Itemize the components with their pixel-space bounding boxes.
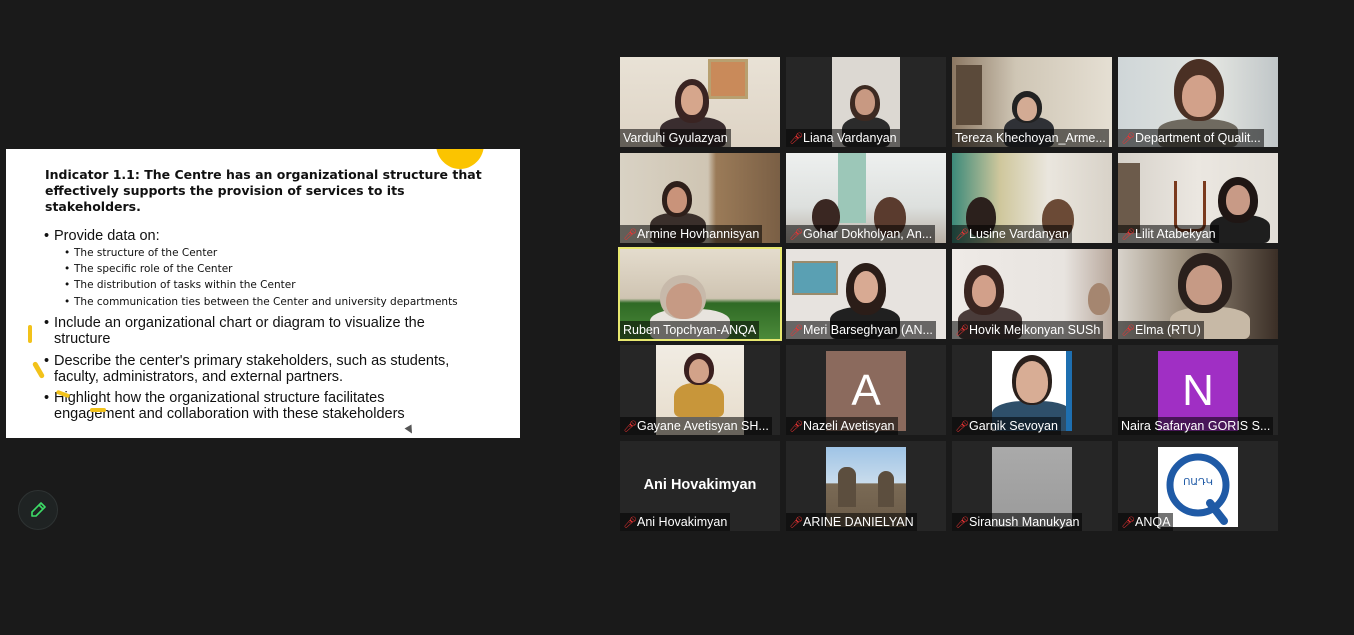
muted-mic-icon: 🎤︎ [789,133,803,145]
participant-tile[interactable]: N Naira Safaryan GORIS S... [1118,345,1278,435]
muted-mic-icon: 🎤︎ [789,325,803,337]
person-body [674,383,724,417]
participant-name: 🎤︎Armine Hovhannisyan [620,225,763,243]
participant-name: Varduhi Gyulazyan [620,129,731,147]
slide-bullet: • Provide data on: [44,228,160,244]
participant-name: 🎤︎Ani Hovakimyan [620,513,731,531]
annotation-mark [90,408,106,412]
annotation-mark [28,325,32,343]
participant-name: 🎤︎Elma (RTU) [1118,321,1204,339]
person-face [855,89,875,115]
castle-tower [838,467,856,507]
muted-mic-icon: 🎤︎ [1121,133,1135,145]
slide-bullet: • Include an organizational chart or diag… [44,315,425,347]
participant-name: 🎤︎Garnik Sevoyan [952,417,1061,435]
slide-subbullet: • The specific role of the Center [64,263,233,275]
muted-mic-icon: 🎤︎ [623,421,637,433]
pencil-icon [31,502,46,517]
slide-decoration-circle [436,149,484,169]
annotate-button[interactable] [18,490,58,530]
participant-name: 🎤︎Meri Barseghyan (AN... [786,321,936,339]
participant-name: 🎤︎ARINE DANIELYAN [786,513,917,531]
person-face [1017,97,1037,121]
participant-tile[interactable]: 🎤︎Department of Qualit... [1118,57,1278,147]
person-face [972,275,996,307]
participant-tile[interactable]: 🎤︎Elma (RTU) [1118,249,1278,339]
participant-tile[interactable]: Tereza Khechoyan_Arme... [952,57,1112,147]
participant-name: Naira Safaryan GORIS S... [1118,417,1274,435]
muted-mic-icon: 🎤︎ [955,229,969,241]
muted-mic-icon: 🎤︎ [955,517,969,529]
window [838,153,866,223]
shelf [1118,163,1140,233]
participant-name: 🎤︎Gohar Dokholyan, An... [786,225,936,243]
person-face [1016,361,1048,403]
participant-name: 🎤︎Lilit Atabekyan [1118,225,1219,243]
participant-tile[interactable]: 🎤︎Gayane Avetisyan SH... [620,345,780,435]
slide-subbullet: • The structure of the Center [64,247,218,259]
wall-picture [792,261,838,295]
muted-mic-icon: 🎤︎ [955,325,969,337]
muted-mic-icon: 🎤︎ [1121,325,1135,337]
participant-name: 🎤︎Siranush Manukyan [952,513,1083,531]
shared-slide: Indicator 1.1: The Centre has an organiz… [6,149,520,438]
participant-name: 🎤︎Nazeli Avetisyan [786,417,898,435]
muted-mic-icon: 🎤︎ [789,517,803,529]
participant-name: 🎤︎ANQA [1118,513,1174,531]
muted-mic-icon: 🎤︎ [623,229,637,241]
participant-tile[interactable]: 🎤︎Siranush Manukyan [952,441,1112,531]
participant-name: Tereza Khechoyan_Arme... [952,129,1109,147]
photo-flag-strip [1066,351,1072,431]
muted-mic-icon: 🎤︎ [1121,229,1135,241]
participant-tile[interactable]: 🎤︎Liana Vardanyan [786,57,946,147]
person-face [1182,75,1216,117]
participant-tile[interactable]: Ani Hovakimyan 🎤︎Ani Hovakimyan [620,441,780,531]
muted-mic-icon: 🎤︎ [955,421,969,433]
shelf [956,65,982,125]
participant-name: 🎤︎Lusine Vardanyan [952,225,1072,243]
slide-subbullet: • The distribution of tasks within the Ce… [64,279,296,291]
wall-picture [708,59,748,99]
participant-display-name: Ani Hovakimyan [643,477,757,493]
person-face [667,187,687,213]
participant-tile-active-speaker[interactable]: Ruben Topchyan-ANQA [618,247,782,341]
person-face [689,359,709,383]
participant-name: 🎤︎Department of Qualit... [1118,129,1264,147]
person-face [681,85,703,115]
slide-bullet: • Highlight how the organizational struct… [44,390,405,422]
slide-bullet: • Describe the center's primary stakehold… [44,353,450,385]
muted-mic-icon: 🎤︎ [789,421,803,433]
participant-tile[interactable]: 🎤︎Lusine Vardanyan [952,153,1112,243]
person-face [1186,265,1222,305]
slide-title: Indicator 1.1: The Centre has an organiz… [45,167,482,214]
person-face [666,283,702,319]
muted-mic-icon: 🎤︎ [789,229,803,241]
participant-tile[interactable]: 🎤︎Meri Barseghyan (AN... [786,249,946,339]
person-face [1226,185,1250,215]
participant-tile[interactable]: Varduhi Gyulazyan [620,57,780,147]
participant-tile[interactable]: 🎤︎ARINE DANIELYAN [786,441,946,531]
participant-name: 🎤︎Gayane Avetisyan SH... [620,417,772,435]
participant-name: 🎤︎Liana Vardanyan [786,129,900,147]
participant-tile[interactable]: 🎤︎Gohar Dokholyan, An... [786,153,946,243]
anqa-logo-text: ՈԱԴԿ [1183,477,1213,488]
participant-tile[interactable]: A 🎤︎Nazeli Avetisyan [786,345,946,435]
participant-tile[interactable]: 🎤︎Hovik Melkonyan SUSh [952,249,1112,339]
muted-mic-icon: 🎤︎ [1121,517,1135,529]
person-face [1088,283,1110,315]
participant-tile[interactable]: 🎤︎Armine Hovhannisyan [620,153,780,243]
participant-tile[interactable]: 🎤︎Garnik Sevoyan [952,345,1112,435]
participant-name: 🎤︎Hovik Melkonyan SUSh [952,321,1104,339]
participant-tile[interactable]: 🎤︎Lilit Atabekyan [1118,153,1278,243]
participant-name: Ruben Topchyan-ANQA [620,321,760,339]
participant-tile[interactable]: ՈԱԴԿ 🎤︎ANQA [1118,441,1278,531]
muted-mic-icon: 🎤︎ [623,517,637,529]
castle-tower [878,471,894,507]
slide-subbullet: • The communication ties between the Cent… [64,296,458,308]
person-face [854,271,878,303]
